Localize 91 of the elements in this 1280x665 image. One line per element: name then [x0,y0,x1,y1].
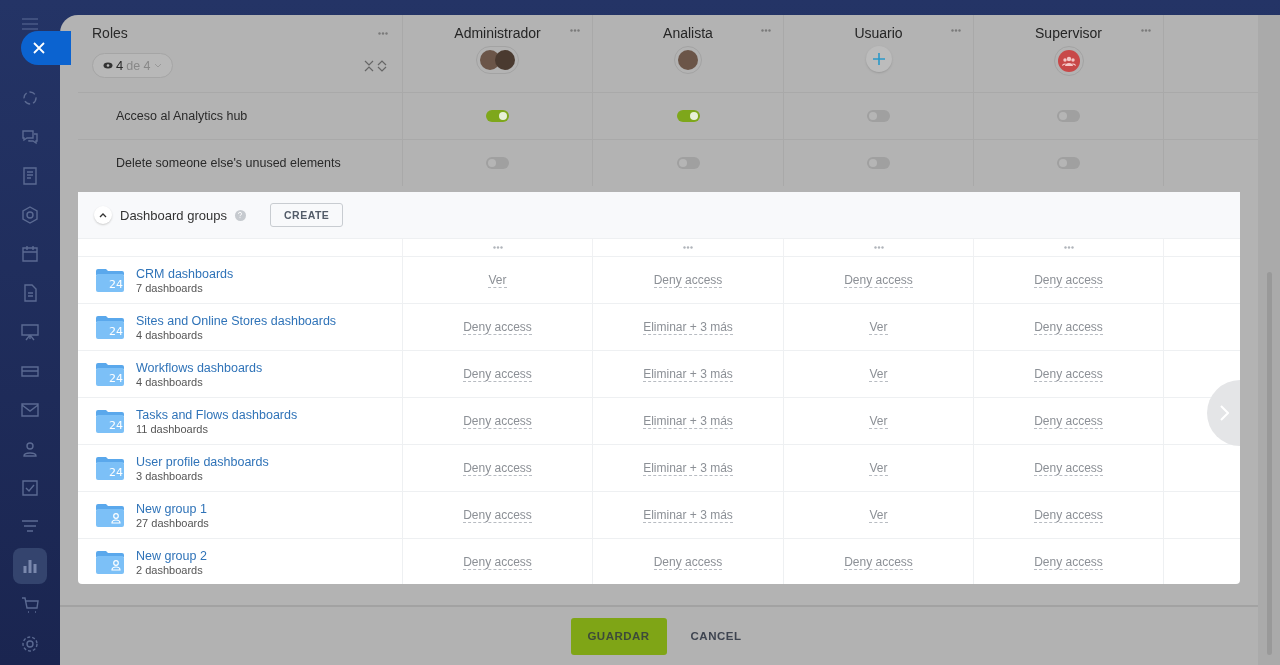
menu-icon[interactable] [22,18,38,30]
dashboard-count: 11 dashboards [136,422,209,435]
role-name: Administrador [454,25,541,41]
access-dropdown[interactable]: Ver [488,272,507,288]
collapse-expand-icon[interactable] [364,59,388,72]
file-icon [21,284,39,302]
toggle-switch[interactable] [676,110,700,122]
mail-icon [21,401,39,419]
save-button[interactable]: GUARDAR [570,617,667,655]
access-dropdown[interactable]: Eliminar + 3 más [643,460,733,476]
access-dropdown[interactable]: Deny access [653,272,723,288]
group-link[interactable]: Sites and Online Stores dashboards [136,313,337,328]
access-dropdown[interactable]: Deny access [1034,507,1103,523]
access-dropdown[interactable]: Deny access [1034,554,1103,570]
access-dropdown[interactable]: Deny access [463,460,532,476]
access-dropdown[interactable]: Deny access [1034,460,1103,476]
group-link[interactable]: Tasks and Flows dashboards [136,407,298,422]
document-icon [21,167,39,185]
more-icon[interactable] [951,29,961,32]
more-icon[interactable] [761,29,771,32]
more-icon[interactable] [683,246,693,249]
cancel-button[interactable]: CANCEL [684,629,748,643]
create-button[interactable]: CREATE [269,203,344,227]
access-dropdown[interactable]: Ver [869,460,888,476]
access-dropdown[interactable]: Ver [869,366,888,382]
chat-icon [21,128,39,146]
more-icon[interactable] [378,31,388,35]
role-name: Analista [663,25,713,41]
close-icon [33,42,45,54]
user-folder-icon [96,550,124,574]
group-link[interactable]: User profile dashboards [136,454,269,469]
more-icon[interactable] [1141,29,1151,32]
access-dropdown[interactable]: Deny access [463,366,532,382]
cart-icon [21,596,39,614]
caret-icon [153,63,162,68]
access-dropdown[interactable]: Deny access [1034,413,1103,429]
access-dropdown[interactable]: Eliminar + 3 más [643,366,733,382]
dashboard-count: 7 dashboards [136,281,204,294]
chevron-right-icon [1220,405,1229,421]
access-dropdown[interactable]: Eliminar + 3 más [643,319,733,335]
dashboard-count: 4 dashboards [136,328,204,341]
access-dropdown[interactable]: Deny access [1034,319,1103,335]
presentation-icon [21,323,39,341]
access-dropdown[interactable]: Deny access [1034,272,1103,288]
roles-title: Roles [92,25,128,41]
access-dropdown[interactable]: Eliminar + 3 más [643,413,733,429]
nav-item[interactable] [13,548,47,584]
eye-icon [103,62,113,69]
bar-chart-icon [21,557,39,575]
access-dropdown[interactable]: Ver [869,413,888,429]
role-name: Supervisor [1035,25,1102,41]
collapse-button[interactable] [94,206,112,224]
dashboard-count: 3 dashboards [136,469,204,482]
access-dropdown[interactable]: Deny access [463,507,532,523]
access-dropdown[interactable]: Ver [869,507,888,523]
more-icon[interactable] [570,29,580,32]
access-dropdown[interactable]: Deny access [463,413,532,429]
chevron-icon [99,212,107,218]
dashboard-count: 4 dashboards [136,375,204,388]
group-link[interactable]: New group 2 [136,548,207,563]
access-dropdown[interactable]: Ver [869,319,888,335]
access-dropdown[interactable]: Deny access [844,554,913,570]
group-link[interactable]: CRM dashboards [136,266,234,281]
close-button[interactable] [21,31,71,65]
access-dropdown[interactable]: Deny access [844,272,913,288]
add-button[interactable] [865,46,892,72]
section-title: Dashboard groups [120,207,227,223]
calendar-icon [21,245,39,263]
dashboard-count: 27 dashboards [136,516,209,529]
more-icon[interactable] [492,246,503,249]
plus-icon [872,53,885,65]
hexagon-icon [21,206,39,224]
user-folder-icon [96,503,124,527]
group-link[interactable]: Workflows dashboards [136,360,263,375]
access-dropdown[interactable]: Deny access [463,319,532,335]
settings-icon [21,635,39,653]
access-dropdown[interactable]: Eliminar + 3 más [643,507,733,523]
access-dropdown[interactable]: Deny access [653,554,723,570]
checkbox-icon [21,479,39,497]
permission-label: Acceso al Analytics hub [78,93,403,139]
group-link[interactable]: New group 1 [136,501,209,516]
toggle-switch[interactable] [486,110,509,122]
role-name: Usuario [854,25,903,41]
more-icon[interactable] [873,246,884,249]
access-dropdown[interactable]: Deny access [1034,366,1103,382]
access-dropdown[interactable]: Deny access [463,554,532,570]
more-icon[interactable] [1063,246,1074,249]
question-mark-icon [236,211,245,219]
help-icon[interactable] [234,209,246,221]
permission-label: Delete someone else's unused elements [78,140,403,186]
dashboard-count: 2 dashboards [136,563,204,576]
